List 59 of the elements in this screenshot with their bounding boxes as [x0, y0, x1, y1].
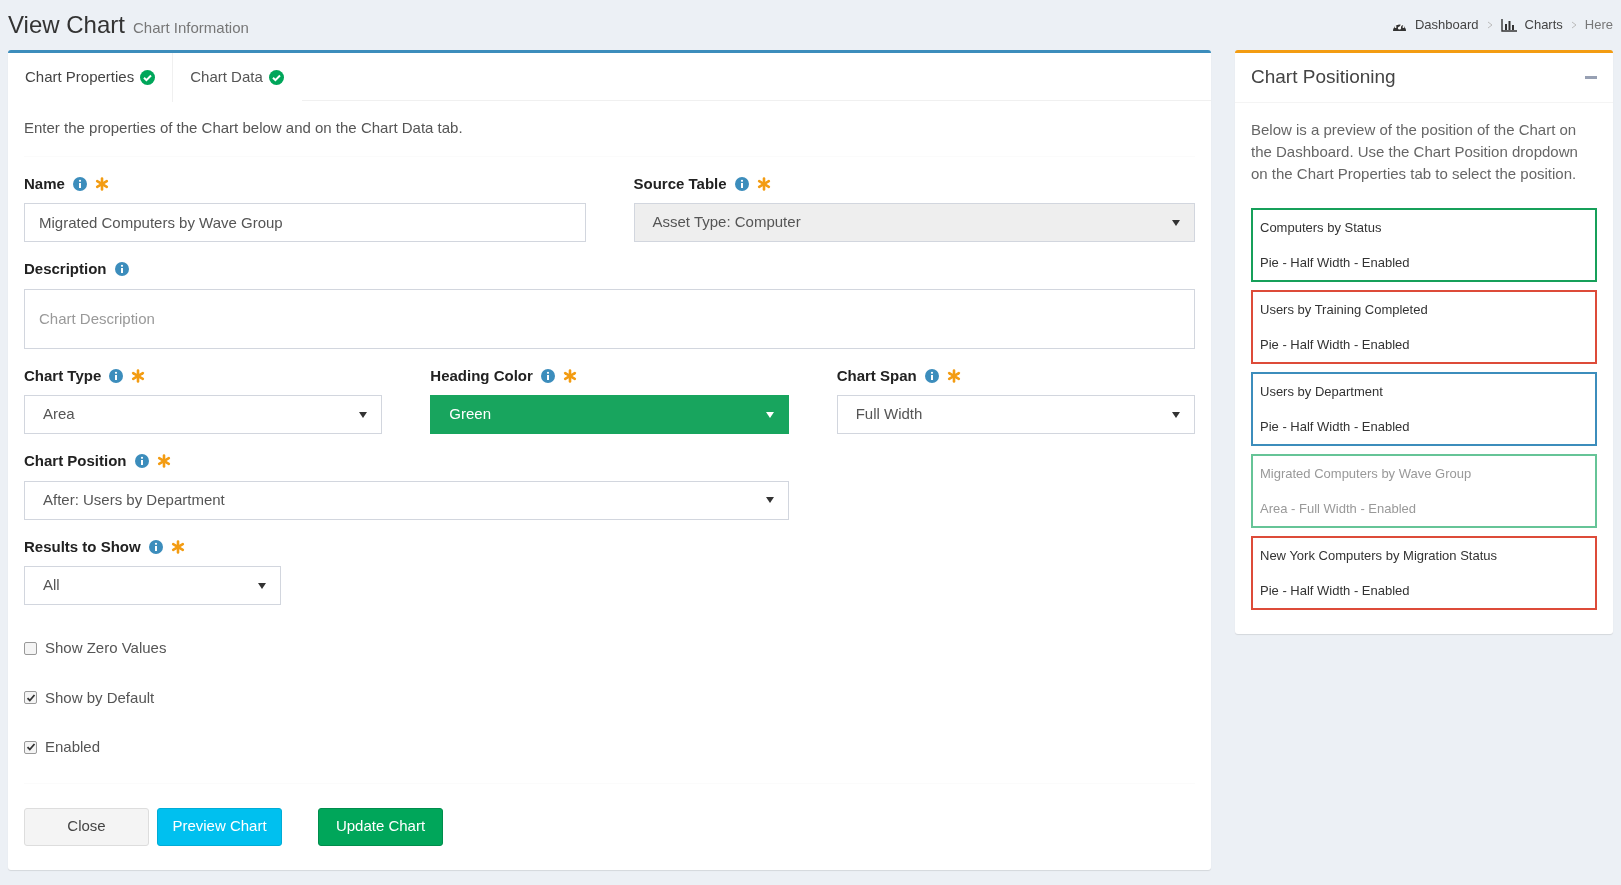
field-label: Source Table — [633, 173, 727, 194]
field-label: Chart Position — [24, 451, 127, 471]
caret-icon — [359, 411, 368, 418]
text-field[interactable]: Migrated Computers by Wave Group — [24, 203, 586, 242]
checkbox[interactable] — [24, 740, 37, 754]
info-icon — [114, 262, 129, 277]
chart-details: Pie - Half Width - Enabled — [1260, 253, 1411, 272]
checkbox[interactable] — [24, 641, 37, 655]
bar-chart-icon — [1500, 18, 1517, 32]
field-label: Results to Show — [24, 536, 141, 557]
select-field[interactable]: Full Width — [836, 395, 1195, 434]
info-icon — [134, 454, 149, 469]
info-icon — [540, 368, 555, 383]
caret-icon — [765, 497, 774, 503]
checkbox-label: Show by Default — [45, 687, 155, 708]
page-subtitle: Chart Information — [132, 18, 249, 38]
tab[interactable]: Chart Properties — [8, 53, 174, 102]
panel-description: Below is a preview of the position of the Chart on the Dashboard. Use the Chart Position dropdown on the Chart Properties tab to select the position. — [1251, 120, 1579, 184]
field-label: Heading Color — [430, 365, 533, 386]
breadcrumb-link[interactable]: Dashboard — [1414, 15, 1479, 35]
field-label: Description — [24, 259, 107, 279]
chevron-icon — [1486, 21, 1493, 29]
caret-icon — [765, 411, 774, 418]
checkbox-label: Show Zero Values — [45, 638, 167, 658]
textarea-field[interactable]: Chart Description — [24, 288, 1195, 349]
select-field[interactable]: After: Users by Department — [24, 480, 789, 520]
chart-name: Users by Training Completed — [1260, 301, 1429, 320]
field-label: Chart Type — [24, 365, 102, 386]
chart-details: Pie - Half Width - Enabled — [1260, 335, 1411, 354]
chevron-icon — [1570, 21, 1577, 29]
checkbox-label: Enabled — [45, 737, 101, 757]
caret-icon — [1172, 411, 1180, 418]
collapse-icon — [1585, 76, 1597, 79]
info-icon — [734, 176, 749, 191]
caret-icon — [257, 582, 266, 589]
info-icon — [72, 176, 87, 191]
field-label: Name — [24, 173, 65, 194]
breadcrumb-link[interactable]: Charts — [1524, 15, 1563, 35]
intro-text: Enter the properties of the Chart below and on the Chart Data tab. — [24, 118, 464, 138]
info-icon — [148, 539, 163, 554]
field-label: Chart Span — [836, 365, 917, 386]
chart-name: Users by Department — [1260, 383, 1384, 402]
checkbox[interactable] — [24, 691, 37, 705]
info-icon — [109, 368, 124, 383]
breadcrumb-link[interactable]: Here — [1584, 15, 1613, 35]
info-icon — [924, 368, 939, 383]
chart-details: Area - Full Width - Enabled — [1260, 499, 1418, 518]
panel-title: Chart Positioning — [1251, 65, 1396, 90]
select-field[interactable]: All — [24, 566, 281, 605]
chart-name: New York Computers by Migration Status — [1260, 547, 1498, 566]
button[interactable]: Close — [24, 807, 149, 846]
page-title: View Chart — [8, 10, 125, 40]
caret-icon — [1172, 219, 1180, 226]
select-field[interactable]: Area — [24, 395, 383, 434]
tab[interactable]: Chart Data — [173, 53, 302, 101]
chart-details: Pie - Half Width - Enabled — [1260, 417, 1411, 436]
chart-name: Migrated Computers by Wave Group — [1260, 465, 1473, 484]
chart-name: Computers by Status — [1260, 219, 1383, 238]
chart-details: Pie - Half Width - Enabled — [1260, 581, 1411, 600]
